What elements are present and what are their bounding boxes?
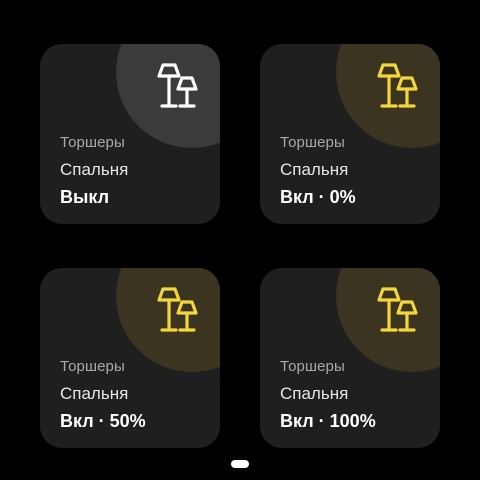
lamp-tiles-grid: Торшеры Спальня Выкл Торшеры Спальня Вкл… (0, 0, 480, 480)
lamp-tile-off[interactable]: Торшеры Спальня Выкл (40, 44, 220, 224)
lamp-tile-on-0[interactable]: Торшеры Спальня Вкл · 0% (260, 44, 440, 224)
tile-category-label: Торшеры (60, 358, 125, 375)
tile-category-label: Торшеры (280, 358, 345, 375)
floor-lamp-icon (374, 62, 420, 110)
tile-category-label: Торшеры (280, 134, 345, 151)
tile-state-label: Вкл · 0% (280, 187, 356, 207)
tile-room-label: Спальня (280, 384, 349, 403)
lamp-tile-on-100[interactable]: Торшеры Спальня Вкл · 100% (260, 268, 440, 448)
tile-category-label: Торшеры (60, 134, 125, 151)
floor-lamp-icon (374, 286, 420, 334)
lamp-tile-on-50[interactable]: Торшеры Спальня Вкл · 50% (40, 268, 220, 448)
tile-room-label: Спальня (60, 160, 129, 179)
floor-lamp-icon (154, 62, 200, 110)
tile-room-label: Спальня (60, 384, 129, 403)
tile-state-label: Вкл · 50% (60, 411, 146, 431)
tile-state-label: Вкл · 100% (280, 411, 376, 431)
page-indicator[interactable] (231, 460, 249, 468)
tile-room-label: Спальня (280, 160, 349, 179)
floor-lamp-icon (154, 286, 200, 334)
tile-state-label: Выкл (60, 187, 110, 207)
